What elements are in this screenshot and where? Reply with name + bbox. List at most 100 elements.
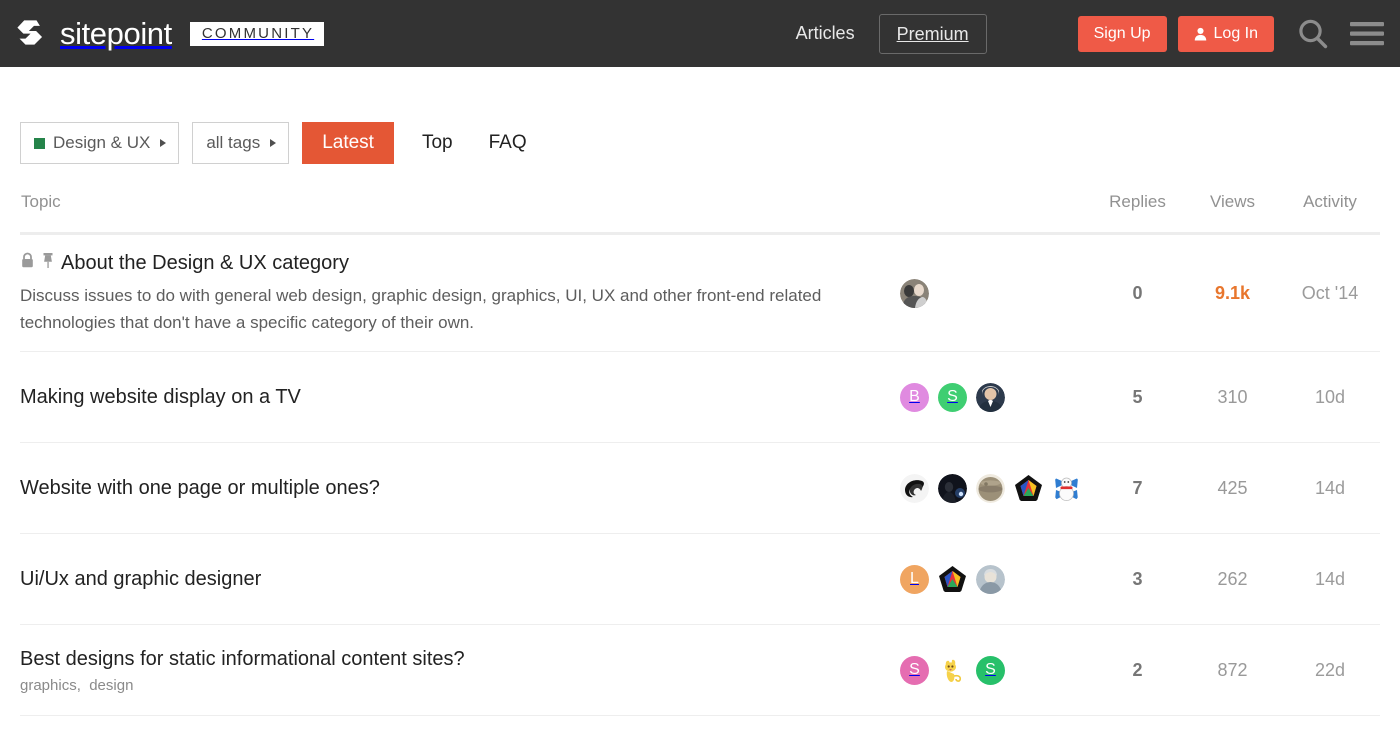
views-count: 262 <box>1185 533 1280 625</box>
avatar[interactable]: S <box>976 655 1005 685</box>
tag-separator: , <box>76 677 90 694</box>
posters-cell: BS <box>900 351 1090 443</box>
topic-title-line: Making website display on a TV <box>20 384 900 410</box>
topic-title-link[interactable]: Best designs for static informational co… <box>20 646 465 672</box>
table-row[interactable]: Best designs for static informational co… <box>20 624 1380 716</box>
sign-up-label: Sign Up <box>1093 24 1151 42</box>
column-header-posters <box>900 192 1090 235</box>
avatar-pentagon-star[interactable] <box>1014 473 1043 503</box>
tab-top[interactable]: Top <box>404 122 471 164</box>
logo-wordmark: sitepoint <box>60 16 172 51</box>
pin-icon <box>41 252 55 274</box>
poster-avatars <box>900 473 1090 503</box>
table-row[interactable]: About the Design & UX category Discuss is… <box>20 233 1380 352</box>
avatar-grey-photo[interactable] <box>976 564 1005 594</box>
topic-title-link[interactable]: About the Design & UX category <box>61 250 349 276</box>
topic-title-line: Ui/Ux and graphic designer <box>20 566 900 592</box>
log-in-button[interactable]: Log In <box>1177 15 1274 52</box>
avatar-initial: S <box>909 661 920 678</box>
topic-cell: Making website display on a TV <box>20 351 900 443</box>
nav-articles-link[interactable]: Articles <box>794 17 857 50</box>
topic-list-table: Topic Replies Views Activity About the D… <box>20 192 1380 716</box>
avatar-photo-couple[interactable] <box>900 278 929 308</box>
header-nav: Articles Premium Sign Up Log In <box>794 13 1384 54</box>
avatar-initial: L <box>910 570 919 587</box>
topic-cell: Best designs for static informational co… <box>20 624 900 716</box>
category-color-swatch <box>34 137 45 149</box>
topic-tag[interactable]: design <box>89 677 133 694</box>
chevron-right-icon <box>270 139 277 147</box>
views-count: 9.1k <box>1185 233 1280 352</box>
posters-cell: L <box>900 533 1090 625</box>
poster-avatars: L <box>900 564 1090 594</box>
topic-title-line: Website with one page or multiple ones? <box>20 475 900 501</box>
avatar[interactable]: B <box>900 382 929 412</box>
avatar-dark-photo[interactable] <box>938 473 967 503</box>
avatar-snowman[interactable] <box>1052 473 1081 503</box>
topic-title-link[interactable]: Ui/Ux and graphic designer <box>20 566 261 592</box>
topic-title-line: About the Design & UX category <box>20 250 900 276</box>
avatar-initial: S <box>947 388 958 405</box>
table-row[interactable]: Ui/Ux and graphic designer L 3 262 14d <box>20 533 1380 625</box>
tags-dropdown-label: all tags <box>206 133 261 152</box>
replies-count: 5 <box>1090 351 1185 443</box>
avatar-yellow-cat[interactable] <box>938 655 967 685</box>
topic-list-header: Topic Replies Views Activity <box>20 192 1380 235</box>
hamburger-menu-icon[interactable] <box>1350 21 1384 47</box>
views-count: 872 <box>1185 624 1280 716</box>
replies-count: 7 <box>1090 442 1185 534</box>
table-row[interactable]: Website with one page or multiple ones? 7… <box>20 442 1380 534</box>
topic-list-body: About the Design & UX category Discuss is… <box>20 233 1380 716</box>
replies-count: 2 <box>1090 624 1185 716</box>
tab-faq[interactable]: FAQ <box>471 122 545 164</box>
posters-cell <box>900 442 1090 534</box>
main-content: Design & UX all tags Latest Top FAQ Topi… <box>0 67 1400 716</box>
avatar-sphere[interactable] <box>976 473 1005 503</box>
topic-tag[interactable]: graphics <box>20 677 77 694</box>
posters-cell: SS <box>900 624 1090 716</box>
lock-icon <box>20 252 35 274</box>
sitepoint-logo-icon <box>14 17 48 51</box>
topic-title-line: Best designs for static informational co… <box>20 646 900 672</box>
logo-community-badge: COMMUNITY <box>189 21 325 46</box>
activity-time: 22d <box>1280 624 1380 716</box>
activity-time: Oct '14 <box>1280 233 1380 352</box>
avatar[interactable]: S <box>900 655 929 685</box>
column-header-views[interactable]: Views <box>1185 192 1280 235</box>
poster-avatars: BS <box>900 382 1090 412</box>
posters-cell <box>900 233 1090 352</box>
chevron-right-icon <box>160 139 167 147</box>
views-count: 425 <box>1185 442 1280 534</box>
site-logo-link[interactable]: sitepoint COMMUNITY <box>14 16 325 51</box>
topic-title-link[interactable]: Website with one page or multiple ones? <box>20 475 380 501</box>
category-dropdown[interactable]: Design & UX <box>20 122 180 164</box>
avatar-initial: B <box>909 388 920 405</box>
log-in-label: Log In <box>1213 24 1258 42</box>
activity-time: 14d <box>1280 533 1380 625</box>
column-header-replies[interactable]: Replies <box>1090 192 1185 235</box>
topic-cell: Ui/Ux and graphic designer <box>20 533 900 625</box>
topic-title-link[interactable]: Making website display on a TV <box>20 384 301 410</box>
replies-count: 3 <box>1090 533 1185 625</box>
category-dropdown-label: Design & UX <box>53 133 151 152</box>
avatar[interactable]: L <box>900 564 929 594</box>
avatar-pentagon-star[interactable] <box>938 564 967 594</box>
poster-avatars: SS <box>900 655 1090 685</box>
column-header-topic[interactable]: Topic <box>20 192 900 235</box>
nav-premium-button[interactable]: Premium <box>878 13 987 54</box>
tab-latest[interactable]: Latest <box>302 122 394 164</box>
activity-time: 10d <box>1280 351 1380 443</box>
search-icon[interactable] <box>1296 17 1330 51</box>
table-row[interactable]: Making website display on a TV B S 5 310 10d <box>20 351 1380 443</box>
poster-avatars <box>900 278 1090 308</box>
avatar[interactable]: S <box>938 382 967 412</box>
topic-cell: About the Design & UX category Discuss is… <box>20 233 900 352</box>
replies-count: 0 <box>1090 233 1185 352</box>
avatar-swirl[interactable] <box>900 473 929 503</box>
avatar-photo-suit[interactable] <box>976 382 1005 412</box>
sign-up-button[interactable]: Sign Up <box>1077 15 1167 52</box>
column-header-activity[interactable]: Activity <box>1280 192 1380 235</box>
topic-excerpt: Discuss issues to do with general web de… <box>20 285 822 332</box>
tags-dropdown[interactable]: all tags <box>192 122 290 164</box>
topic-tag-list: graphics, design <box>20 677 900 694</box>
